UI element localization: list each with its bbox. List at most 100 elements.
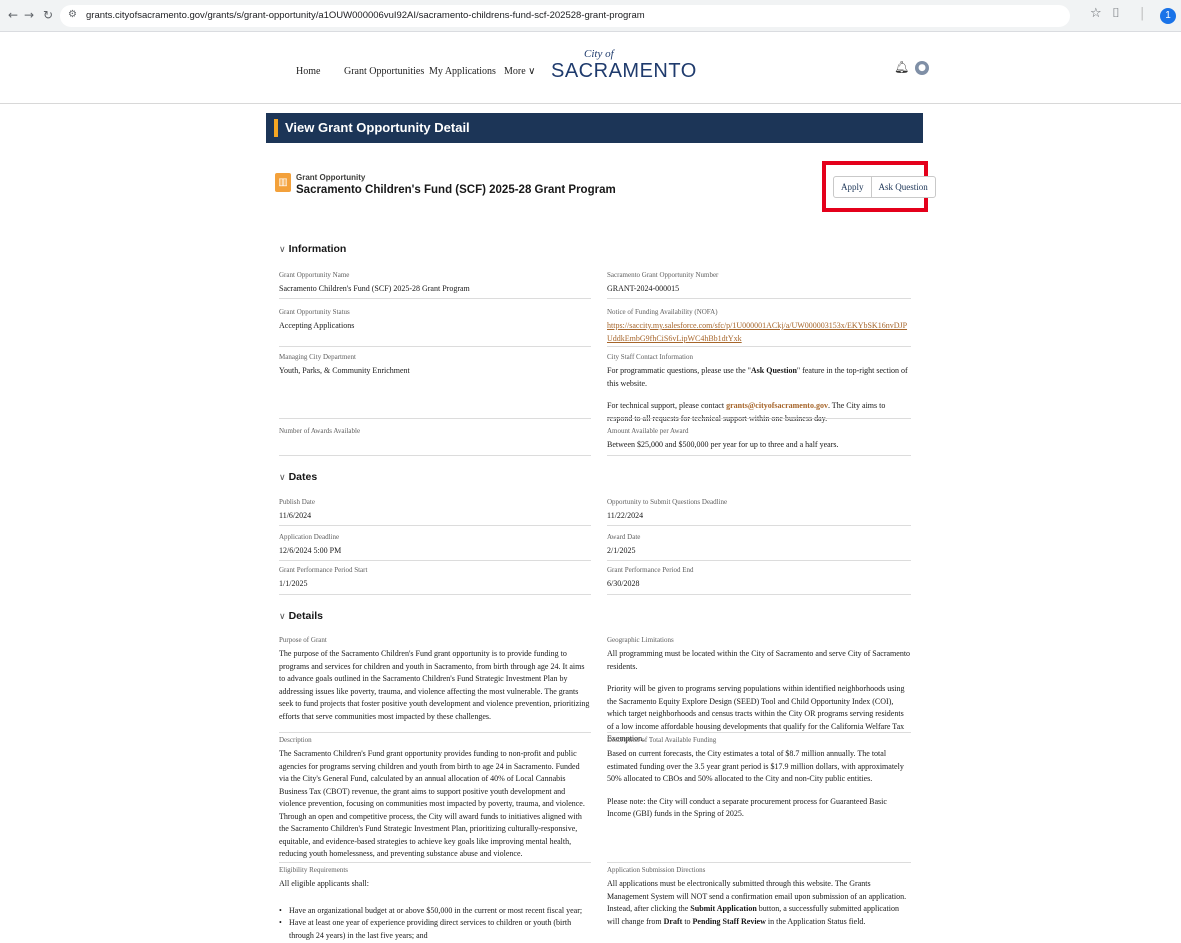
field-period-end: Grant Performance Period End 6/30/2028 xyxy=(607,566,911,591)
nofa-link[interactable]: https://saccity.my.salesforce.com/sfc/p/… xyxy=(607,321,907,343)
field-label: Grant Opportunity Status xyxy=(279,308,350,316)
bookmark-star-icon[interactable]: ☆ xyxy=(1090,6,1102,21)
submission-bold: Submit Application xyxy=(690,904,757,913)
apply-button[interactable]: Apply xyxy=(834,177,871,197)
field-publish-date: Publish Date 11/6/2024 xyxy=(279,498,591,523)
list-item: Have at least one year of experience pro… xyxy=(279,917,591,942)
field-grant-number: Sacramento Grant Opportunity Number GRAN… xyxy=(607,271,911,296)
ask-question-button[interactable]: Ask Question xyxy=(870,177,935,197)
field-label: Grant Performance Period Start xyxy=(279,566,368,574)
city-logo[interactable]: City of SACRAMENTO xyxy=(551,44,696,94)
field-value: Between $25,000 and $500,000 per year fo… xyxy=(607,440,839,449)
divider xyxy=(607,418,911,419)
toolbar-divider: | xyxy=(1140,6,1145,21)
nav-my-applications[interactable]: My Applications xyxy=(429,66,496,77)
submission-text: in the Application Status field. xyxy=(765,916,866,926)
back-icon[interactable]: ← xyxy=(8,8,18,22)
field-label: Geographic Limitations xyxy=(607,636,674,644)
field-label: Description of Total Available Funding xyxy=(607,736,717,744)
field-nofa: Notice of Funding Availability (NOFA) ht… xyxy=(607,308,911,345)
list-item: Have an organizational budget at or abov… xyxy=(279,905,591,918)
field-value: The purpose of the Sacramento Children's… xyxy=(279,649,590,721)
field-value: 12/6/2024 5:00 PM xyxy=(279,546,342,555)
divider xyxy=(607,862,911,863)
submission-text: to xyxy=(682,916,693,926)
divider xyxy=(607,594,911,595)
browser-toolbar: ← → ↻ ⚙ grants.cityofsacramento.gov/gran… xyxy=(0,0,1181,32)
field-label: Opportunity to Submit Questions Deadline xyxy=(607,498,728,506)
field-geographic-limitations: Geographic Limitations All programming m… xyxy=(607,636,911,746)
field-amount: Amount Available per Award Between $25,0… xyxy=(607,427,911,452)
extensions-icon[interactable]: ⌷ xyxy=(1112,6,1120,21)
reload-icon[interactable]: ↻ xyxy=(43,8,53,22)
section-information-title: Information xyxy=(288,243,347,255)
divider xyxy=(279,298,591,299)
address-bar[interactable]: ⚙ grants.cityofsacramento.gov/grants/s/g… xyxy=(60,5,1070,27)
support-email-link[interactable]: grants@cityofsacramento.gov xyxy=(726,401,828,410)
divider xyxy=(607,455,911,456)
user-avatar-icon[interactable]: ● xyxy=(915,61,929,75)
divider xyxy=(607,346,911,347)
nav-home[interactable]: Home xyxy=(296,66,320,77)
field-label: Award Date xyxy=(607,533,641,541)
field-value: 1/1/2025 xyxy=(279,579,308,588)
field-label: Purpose of Grant xyxy=(279,636,327,644)
divider xyxy=(607,525,911,526)
field-description: Description The Sacramento Children's Fu… xyxy=(279,736,591,861)
section-dates-toggle[interactable]: ∨ Dates xyxy=(279,471,317,483)
field-value: All eligible applicants shall: Have an o… xyxy=(279,878,591,942)
divider xyxy=(279,455,591,456)
divider xyxy=(279,732,591,733)
field-submission-directions: Application Submission Directions All ap… xyxy=(607,866,911,928)
page-banner: View Grant Opportunity Detail xyxy=(266,113,923,143)
field-contact: City Staff Contact Information For progr… xyxy=(607,353,911,425)
field-grant-name: Grant Opportunity Name Sacramento Childr… xyxy=(279,271,591,296)
field-label: Description xyxy=(279,736,312,744)
banner-accent-bar xyxy=(274,119,278,137)
field-label: Eligibility Requirements xyxy=(279,866,349,874)
notification-bell-icon[interactable]: 🔔︎ xyxy=(894,60,909,74)
field-purpose: Purpose of Grant The purpose of the Sacr… xyxy=(279,636,591,723)
field-value: The Sacramento Children's Fund grant opp… xyxy=(279,749,585,858)
field-label: Publish Date xyxy=(279,498,315,506)
logo-city-of: City of xyxy=(584,48,614,60)
field-value: 11/22/2024 xyxy=(607,511,644,520)
chevron-down-icon: ∨ xyxy=(528,66,536,77)
field-label: Grant Performance Period End xyxy=(607,566,694,574)
divider xyxy=(607,298,911,299)
field-value: Sacramento Children's Fund (SCF) 2025-28… xyxy=(279,284,470,293)
divider xyxy=(279,346,591,347)
field-department: Managing City Department Youth, Parks, &… xyxy=(279,353,591,378)
field-value: 2/1/2025 xyxy=(607,546,636,555)
page-title: View Grant Opportunity Detail xyxy=(285,120,470,135)
eligibility-intro: All eligible applicants shall: xyxy=(279,879,369,888)
site-info-icon[interactable]: ⚙ xyxy=(68,9,77,20)
field-value: Accepting Applications xyxy=(279,321,355,330)
section-information-toggle[interactable]: ∨ Information xyxy=(279,243,346,255)
browser-profile-avatar[interactable]: 1 xyxy=(1160,8,1176,24)
field-label: Number of Awards Available xyxy=(279,427,361,435)
field-label: Application Deadline xyxy=(279,533,340,541)
field-value: 6/30/2028 xyxy=(607,579,640,588)
divider xyxy=(279,418,591,419)
section-dates-title: Dates xyxy=(288,471,318,483)
field-value: Youth, Parks, & Community Enrichment xyxy=(279,366,410,375)
field-label: Grant Opportunity Name xyxy=(279,271,350,279)
nav-more[interactable]: More ∨ xyxy=(504,66,536,77)
field-award-date: Award Date 2/1/2025 xyxy=(607,533,911,558)
section-details-title: Details xyxy=(288,610,324,622)
field-value: All applications must be electronically … xyxy=(607,878,911,928)
eligibility-list: Have an organizational budget at or abov… xyxy=(279,905,591,943)
field-status: Grant Opportunity Status Accepting Appli… xyxy=(279,308,591,333)
nav-more-label: More xyxy=(504,66,526,77)
chevron-down-icon: ∨ xyxy=(279,472,286,482)
section-details-toggle[interactable]: ∨ Details xyxy=(279,610,323,622)
field-total-funding: Description of Total Available Funding B… xyxy=(607,736,911,821)
field-eligibility: Eligibility Requirements All eligible ap… xyxy=(279,866,591,942)
submission-bold: Pending Staff Review xyxy=(692,916,766,926)
chevron-down-icon: ∨ xyxy=(279,244,286,254)
divider xyxy=(279,862,591,863)
forward-icon[interactable]: → xyxy=(24,8,34,22)
nav-grant-opportunities[interactable]: Grant Opportunities xyxy=(344,66,424,77)
submission-bold: Draft xyxy=(663,916,683,926)
